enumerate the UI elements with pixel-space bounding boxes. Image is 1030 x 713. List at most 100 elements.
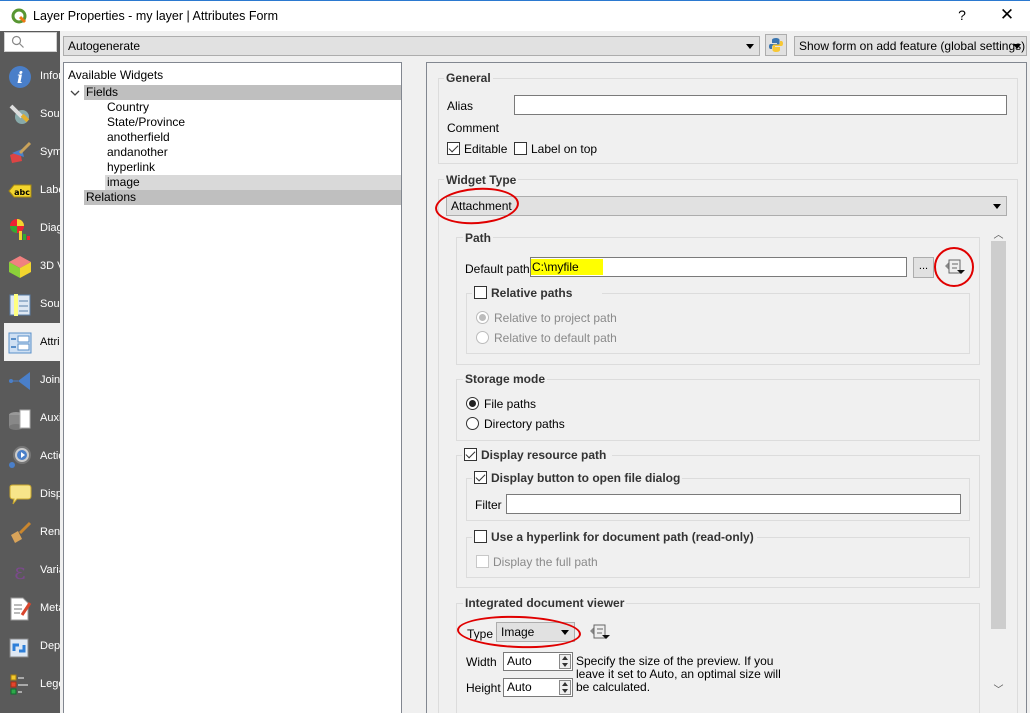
widget-type-group-title: Widget Type bbox=[444, 173, 519, 187]
tree-item-fields[interactable]: Fields bbox=[84, 85, 401, 100]
display-resource-checkbox[interactable] bbox=[464, 448, 477, 461]
sidebar-item-attributes-form[interactable]: Attributes Form bbox=[4, 323, 60, 361]
qgis-logo-icon bbox=[11, 8, 27, 24]
open-dialog-label: Display button to open file dialog bbox=[491, 471, 681, 485]
relative-project-label: Relative to project path bbox=[494, 311, 617, 325]
browse-button[interactable]: ... bbox=[913, 257, 934, 278]
scroll-up-icon[interactable]: ︿ bbox=[990, 226, 1007, 241]
filter-input[interactable] bbox=[506, 494, 961, 514]
sidebar-item-diagrams[interactable]: Diagrams bbox=[4, 209, 60, 247]
sidebar-item-information[interactable]: i Information bbox=[4, 57, 60, 95]
sidebar-item-rendering[interactable]: Rendering bbox=[4, 513, 60, 551]
sidebar-item-joins[interactable]: Joins bbox=[4, 361, 60, 399]
dependencies-icon bbox=[9, 638, 29, 658]
tree-item-field[interactable]: anotherfield bbox=[105, 130, 401, 145]
sidebar-item-label: Actions bbox=[40, 450, 60, 462]
size-help-text: Specify the size of the preview. If you … bbox=[576, 655, 781, 694]
alias-input[interactable] bbox=[514, 95, 1007, 115]
show-form-combo[interactable]: Show form on add feature (global setting… bbox=[794, 36, 1027, 56]
file-paths-radio[interactable] bbox=[466, 397, 479, 410]
sidebar-item-label: Diagrams bbox=[40, 222, 60, 234]
close-button[interactable]: ✕ bbox=[998, 5, 1016, 25]
labels-abc-icon: abc bbox=[8, 184, 32, 198]
layout-combo[interactable]: Autogenerate bbox=[63, 36, 760, 56]
svg-text:i: i bbox=[17, 68, 23, 87]
python-init-button[interactable] bbox=[765, 34, 787, 56]
default-path-label: Default path bbox=[465, 262, 530, 276]
sidebar-item-legend[interactable]: Legend bbox=[4, 665, 60, 703]
editable-checkbox[interactable] bbox=[447, 142, 460, 155]
relative-default-radio[interactable] bbox=[476, 331, 489, 344]
path-group-title: Path bbox=[463, 231, 494, 245]
document-viewer-title: Integrated document viewer bbox=[463, 596, 627, 610]
open-dialog-checkbox[interactable] bbox=[474, 471, 487, 484]
widget-type-combo[interactable]: Attachment bbox=[446, 196, 1007, 216]
sidebar-item-label: Metadata bbox=[40, 602, 60, 614]
tree-item-field[interactable]: State/Province bbox=[105, 115, 401, 130]
default-path-value: C:\myfile bbox=[531, 259, 603, 275]
title-bar: Layer Properties - my layer | Attributes… bbox=[0, 0, 1030, 31]
vertical-scrollbar[interactable]: ︿ ﹀ bbox=[990, 225, 1007, 696]
width-value: Auto bbox=[507, 654, 532, 668]
sidebar-item-symbology[interactable]: Symbology bbox=[4, 133, 60, 171]
viewer-type-combo[interactable]: Image bbox=[496, 622, 575, 642]
tree-item-label: Country bbox=[107, 100, 150, 114]
sidebar-item-3d-view[interactable]: 3D View bbox=[4, 247, 60, 285]
sidebar-item-variables[interactable]: ε Variables bbox=[4, 551, 60, 589]
alias-label: Alias bbox=[447, 99, 474, 113]
sidebar-item-source[interactable]: Source bbox=[4, 95, 60, 133]
sidebar-item-source-fields[interactable]: Source Fields bbox=[4, 285, 60, 323]
scrollbar-thumb[interactable] bbox=[991, 241, 1006, 629]
python-icon bbox=[769, 38, 783, 52]
sidebar-item-dependencies[interactable]: Dependencies bbox=[4, 627, 60, 665]
editable-label: Editable bbox=[464, 142, 508, 156]
sidebar-item-actions[interactable]: Actions bbox=[4, 437, 60, 475]
sidebar-search-input[interactable] bbox=[4, 32, 57, 52]
variables-epsilon-icon: ε bbox=[14, 560, 25, 583]
relative-project-radio[interactable] bbox=[476, 311, 489, 324]
default-path-input[interactable]: C:\myfile bbox=[530, 257, 907, 277]
auxiliary-storage-icon bbox=[9, 409, 31, 430]
width-spinbox[interactable]: Auto bbox=[503, 652, 573, 671]
tree-item-field[interactable]: hyperlink bbox=[105, 160, 401, 175]
sidebar-item-label: 3D View bbox=[40, 260, 60, 272]
tree-item-field[interactable]: Country bbox=[105, 100, 401, 115]
tree-item-field[interactable]: andanother bbox=[105, 145, 401, 160]
scroll-down-icon[interactable]: ﹀ bbox=[990, 681, 1007, 696]
storage-mode-title: Storage mode bbox=[463, 372, 548, 386]
svg-text:ε: ε bbox=[14, 560, 25, 583]
tree-item-relations[interactable]: Relations bbox=[84, 190, 401, 205]
source-fields-icon bbox=[9, 294, 31, 316]
sidebar-item-display[interactable]: Display bbox=[4, 475, 60, 513]
available-widgets-tree[interactable]: Available Widgets Fields Country State/Pr… bbox=[63, 62, 402, 713]
symbology-brush-icon bbox=[10, 141, 32, 163]
directory-paths-radio[interactable] bbox=[466, 417, 479, 430]
data-defined-override-icon[interactable] bbox=[590, 623, 614, 641]
widget-type-value: Attachment bbox=[451, 199, 512, 213]
label-on-top-label: Label on top bbox=[531, 142, 598, 156]
sidebar-item-label: Information bbox=[40, 70, 60, 82]
sidebar-item-auxiliary-storage[interactable]: Auxiliary Storage bbox=[4, 399, 60, 437]
sidebar-item-label: Joins bbox=[40, 374, 60, 386]
help-button[interactable]: ? bbox=[955, 7, 969, 23]
viewer-type-label: Type bbox=[467, 627, 494, 641]
tree-item-label: andanother bbox=[107, 145, 168, 159]
full-path-checkbox[interactable] bbox=[476, 555, 489, 568]
tree-item-field[interactable]: image bbox=[105, 175, 401, 190]
hyperlink-checkbox[interactable] bbox=[474, 530, 487, 543]
sidebar-item-labels[interactable]: abc Labels bbox=[4, 171, 60, 209]
info-icon: i bbox=[9, 66, 31, 88]
height-spinbox[interactable]: Auto bbox=[503, 678, 573, 697]
expand-chevron-icon[interactable] bbox=[70, 89, 80, 97]
show-form-combo-value: Show form on add feature (global setting… bbox=[799, 39, 1026, 53]
sidebar-item-label: Dependencies bbox=[40, 640, 60, 652]
sidebar-item-metadata[interactable]: Metadata bbox=[4, 589, 60, 627]
label-on-top-checkbox[interactable] bbox=[514, 142, 527, 155]
sidebar: i Information Source Symbology abc Labels Diag… bbox=[0, 31, 60, 713]
splitter-handle[interactable] bbox=[402, 62, 424, 713]
data-defined-override-icon[interactable] bbox=[945, 258, 969, 276]
layout-combo-value: Autogenerate bbox=[68, 39, 141, 53]
spin-arrows-icon[interactable] bbox=[559, 654, 571, 669]
relative-paths-checkbox[interactable] bbox=[474, 286, 487, 299]
spin-arrows-icon[interactable] bbox=[559, 680, 571, 695]
